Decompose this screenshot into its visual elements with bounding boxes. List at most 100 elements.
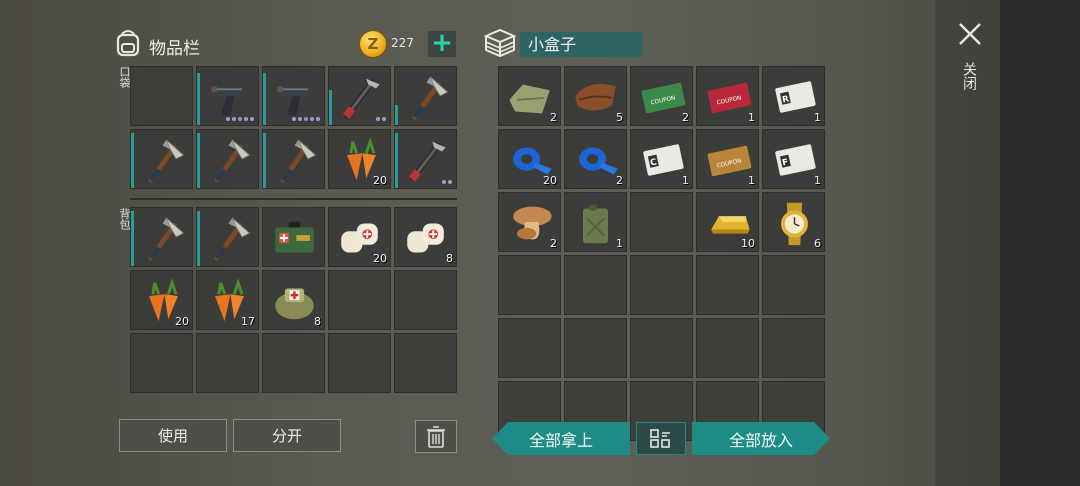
trash-button[interactable] [415,420,457,453]
box-slot[interactable]: 6 [762,192,825,252]
box-slot[interactable] [630,318,693,378]
crowbar-hammer-icon [408,141,446,182]
hatchet-icon [412,76,449,120]
pocket-slot[interactable] [262,66,325,126]
box-slot[interactable]: COUPON 2 [630,66,693,126]
box-slot[interactable]: 20 [498,129,561,189]
box-slot[interactable] [762,318,825,378]
durability-bar [197,132,200,188]
pocket-slot[interactable]: 20 [328,129,391,189]
backpack-slot[interactable] [394,270,457,330]
box-slot[interactable]: 2 [498,66,561,126]
put-all-button[interactable]: 全部放入 [692,422,830,455]
backpack-slot[interactable]: 20 [328,207,391,267]
box-slot[interactable] [564,255,627,315]
box-slot[interactable] [696,255,759,315]
item-count: 1 [748,111,755,124]
backpack-slot[interactable] [328,333,391,393]
split-button[interactable]: 分开 [233,419,341,452]
backpack-slot[interactable] [394,333,457,393]
box-slot[interactable]: COUPON 1 [696,129,759,189]
item-count: 1 [814,174,821,187]
close-label[interactable]: 关闭 [959,62,979,90]
backpack-slot[interactable]: 17 [196,270,259,330]
pocket-slot[interactable] [196,66,259,126]
backpack-slot[interactable] [328,270,391,330]
add-coins-button[interactable]: + [428,30,456,57]
backpack-slot[interactable]: 20 [130,270,193,330]
item-count: 2 [550,237,557,250]
item-count: 1 [682,174,689,187]
box-slot[interactable] [498,255,561,315]
quality-dots [442,180,452,184]
item-count: 10 [741,237,755,250]
box-slot[interactable] [696,318,759,378]
section-divider [130,198,457,200]
pocket-slot[interactable] [328,66,391,126]
box-slot[interactable]: R1 [762,66,825,126]
item-count: 1 [616,237,623,250]
pocket-slot[interactable] [130,129,193,189]
box-slot[interactable] [762,255,825,315]
sort-button[interactable] [636,422,686,455]
backpack-slot[interactable] [262,333,325,393]
take-all-button[interactable]: 全部拿上 [492,422,630,455]
pocket-grid: 20 [130,66,457,189]
item-count: 20 [373,174,387,187]
box-slot[interactable]: 1 [564,192,627,252]
item-count: 2 [682,111,689,124]
item-count: 20 [543,174,557,187]
backpack-icon [116,30,140,57]
backpack-slot[interactable] [196,207,259,267]
item-count: 5 [616,111,623,124]
pocket-slot[interactable] [262,129,325,189]
box-slot[interactable]: C1 [630,129,693,189]
box-slot[interactable]: 2 [498,192,561,252]
box-slot[interactable]: 10 [696,192,759,252]
coin-count: 227 [391,36,414,50]
durability-bar [131,132,134,188]
box-slot[interactable] [498,318,561,378]
pocket-slot[interactable] [130,66,193,126]
backpack-slot[interactable] [196,333,259,393]
hatchet-icon [214,217,251,261]
item-count: 8 [446,252,453,265]
box-icon [483,28,517,58]
inventory-title: 物品栏 [149,39,200,59]
pocket-slot[interactable] [394,66,457,126]
quality-dots [292,117,320,121]
pistol-icon [277,86,312,116]
hatchet-icon [148,139,185,183]
backpack-slot[interactable] [130,333,193,393]
backpack-slot[interactable]: 8 [394,207,457,267]
backpack-slot[interactable] [262,207,325,267]
box-slot[interactable]: 2 [564,129,627,189]
backpack-slot[interactable] [130,207,193,267]
hatchet-icon [148,217,185,261]
box-title: 小盒子 [520,32,642,57]
durability-bar [395,132,398,188]
item-count: 20 [175,315,189,328]
sort-icon [650,428,670,448]
durability-bar [131,210,134,266]
box-slot[interactable] [564,318,627,378]
crowbar-hammer-icon [342,78,380,119]
item-count: 1 [814,111,821,124]
box-slot[interactable] [630,255,693,315]
durability-bar [197,72,200,125]
first-aid-kit-icon [275,221,314,253]
box-slot[interactable] [630,192,693,252]
close-icon[interactable] [956,20,984,48]
hatchet-icon [280,139,317,183]
backpack-slot[interactable]: 8 [262,270,325,330]
item-count: 2 [550,111,557,124]
durability-bar [197,210,200,266]
box-slot[interactable]: COUPON 1 [696,66,759,126]
durability-bar [263,132,266,188]
pocket-slot[interactable] [196,129,259,189]
box-slot[interactable]: F1 [762,129,825,189]
use-button[interactable]: 使用 [119,419,227,452]
box-slot[interactable]: 5 [564,66,627,126]
backpack-grid: 20 8 20 17 8 [130,207,457,393]
pocket-slot[interactable] [394,129,457,189]
